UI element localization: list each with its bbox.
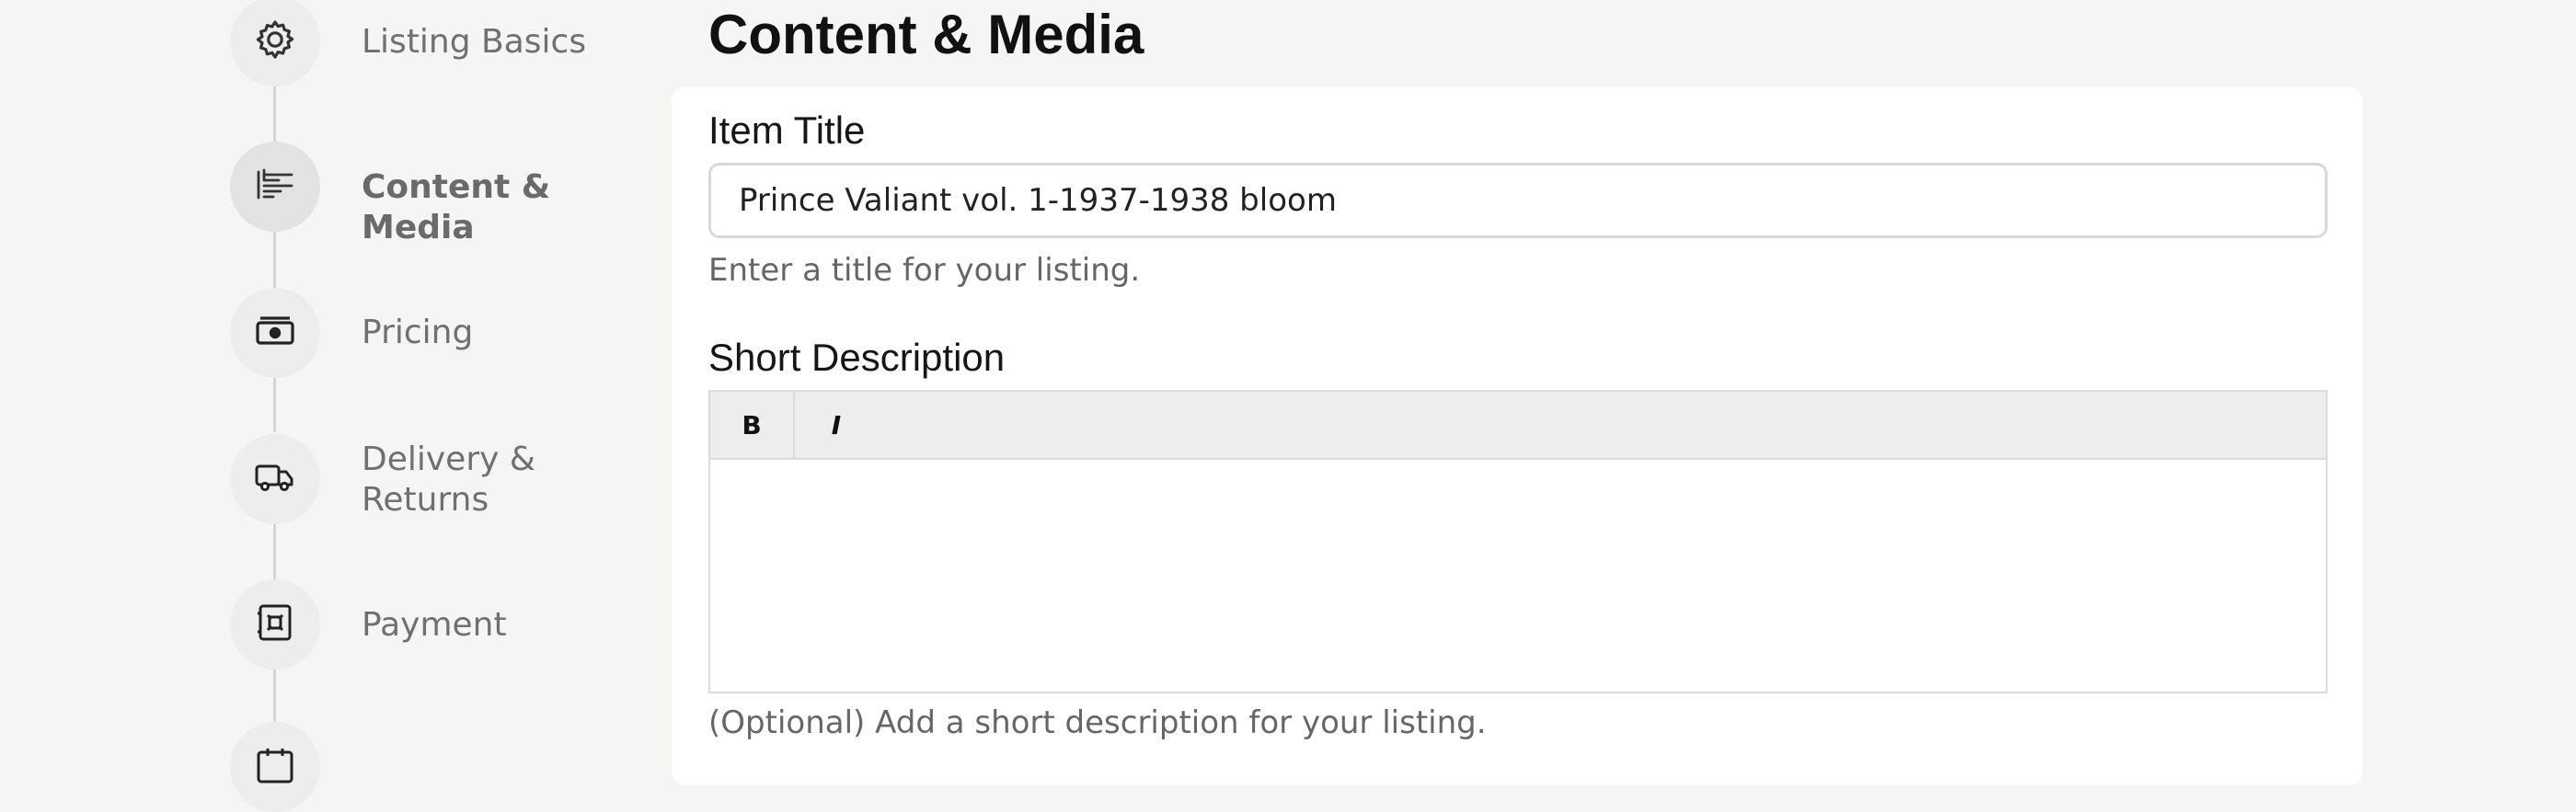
editor-toolbar: B I	[710, 392, 2326, 460]
safe-icon	[253, 600, 297, 648]
step-label-delivery-returns[interactable]: Delivery & Returns	[362, 440, 638, 520]
item-title-help: Enter a title for your listing.	[708, 252, 1141, 289]
stepper-connector	[273, 377, 276, 432]
progress-stepper: Listing Basics Content & Media Pricing D…	[0, 0, 662, 812]
step-schedule[interactable]	[230, 722, 320, 812]
step-label-payment[interactable]: Payment	[362, 605, 638, 646]
short-description-label: Short Description	[708, 336, 1006, 379]
stepper-connector	[273, 667, 276, 722]
stepper-connector	[273, 524, 276, 579]
step-content-media[interactable]	[230, 142, 320, 232]
step-pricing[interactable]	[230, 288, 320, 378]
item-title-input[interactable]	[708, 163, 2328, 238]
step-label-listing-basics[interactable]: Listing Basics	[362, 22, 638, 63]
calendar-icon	[253, 743, 297, 791]
step-label-pricing[interactable]: Pricing	[362, 313, 638, 353]
step-payment[interactable]	[230, 579, 320, 669]
italic-button[interactable]: I	[795, 392, 878, 458]
short-description-editor: B I	[708, 390, 2328, 693]
page-title: Content & Media	[708, 4, 1144, 65]
stepper-connector	[273, 230, 276, 294]
step-label-content-media[interactable]: Content & Media	[362, 167, 638, 248]
short-description-textarea[interactable]	[710, 460, 2326, 690]
bold-button[interactable]: B	[710, 392, 795, 458]
text-lines-icon	[253, 163, 297, 211]
item-title-label: Item Title	[708, 109, 866, 152]
short-description-help: (Optional) Add a short description for y…	[708, 704, 1487, 741]
truck-icon	[253, 455, 297, 503]
gear-icon	[253, 17, 297, 65]
step-delivery-returns[interactable]	[230, 434, 320, 524]
step-listing-basics[interactable]	[230, 0, 320, 86]
stepper-connector	[273, 83, 276, 147]
banknote-icon	[253, 309, 297, 357]
